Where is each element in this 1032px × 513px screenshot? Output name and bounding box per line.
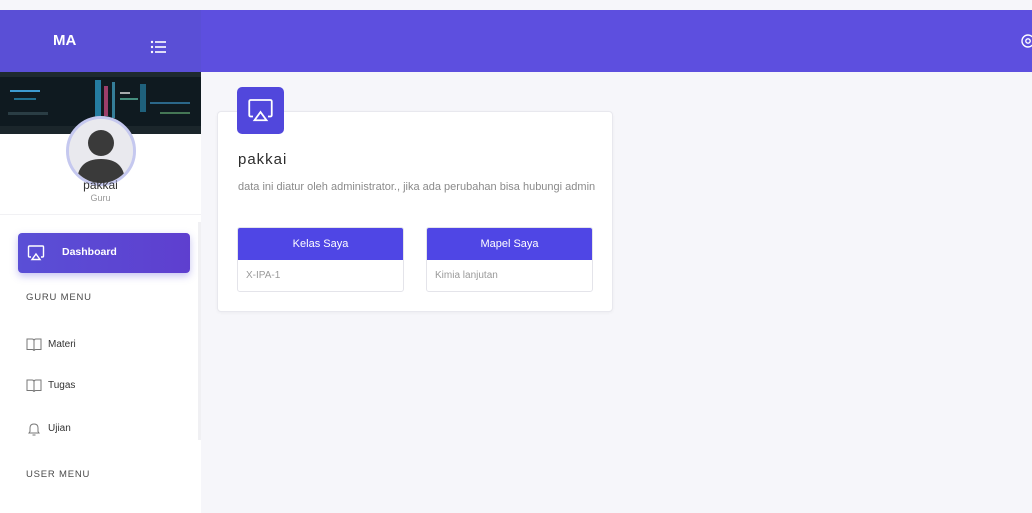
sidebar-item-label: Ujian [48, 423, 71, 434]
sidebar: pakkai Guru Dashboard GURU MENU Materi T… [0, 72, 201, 513]
tile-value: X-IPA-1 [246, 270, 281, 281]
avatar [66, 116, 136, 186]
tile-header: Mapel Saya [427, 228, 592, 260]
card-description: data ini diatur oleh administrator., jik… [238, 181, 596, 193]
tile-mapel-saya: Mapel Saya Kimia lanjutan [426, 227, 593, 292]
user-name: pakkai [83, 178, 118, 192]
book-icon [26, 379, 42, 393]
book-icon [26, 338, 42, 352]
sidebar-item-label: Materi [48, 339, 76, 350]
top-navbar [201, 10, 1032, 72]
airplay-icon [27, 245, 45, 261]
tile-value: Kimia lanjutan [435, 270, 498, 281]
card-title: pakkai [238, 151, 288, 168]
gear-icon[interactable] [1014, 32, 1032, 50]
user-role: Guru [90, 193, 111, 203]
bell-icon [28, 423, 40, 436]
section-title-guru-menu: GURU MENU [26, 292, 92, 303]
sidebar-item-label: Tugas [48, 380, 76, 391]
sidebar-item-dashboard[interactable]: Dashboard [18, 233, 190, 273]
sidebar-item-ujian[interactable]: Ujian [22, 416, 192, 444]
card-icon-badge [237, 87, 284, 134]
tile-header: Kelas Saya [238, 228, 403, 260]
sidebar-item-tugas[interactable]: Tugas [22, 373, 192, 401]
divider [0, 214, 201, 215]
tile-kelas-saya: Kelas Saya X-IPA-1 [237, 227, 404, 292]
section-title-user-menu: USER MENU [26, 469, 91, 480]
sidebar-item-label: Dashboard [62, 246, 117, 258]
brand-bar: MA [0, 10, 201, 72]
sidebar-scrollbar[interactable] [198, 222, 201, 440]
sidebar-item-materi[interactable]: Materi [22, 332, 192, 360]
menu-toggle-icon[interactable] [148, 36, 170, 58]
profile-card: pakkai data ini diatur oleh administrato… [217, 111, 613, 312]
brand-logo[interactable]: MA [53, 32, 76, 49]
airplay-icon [248, 99, 273, 122]
